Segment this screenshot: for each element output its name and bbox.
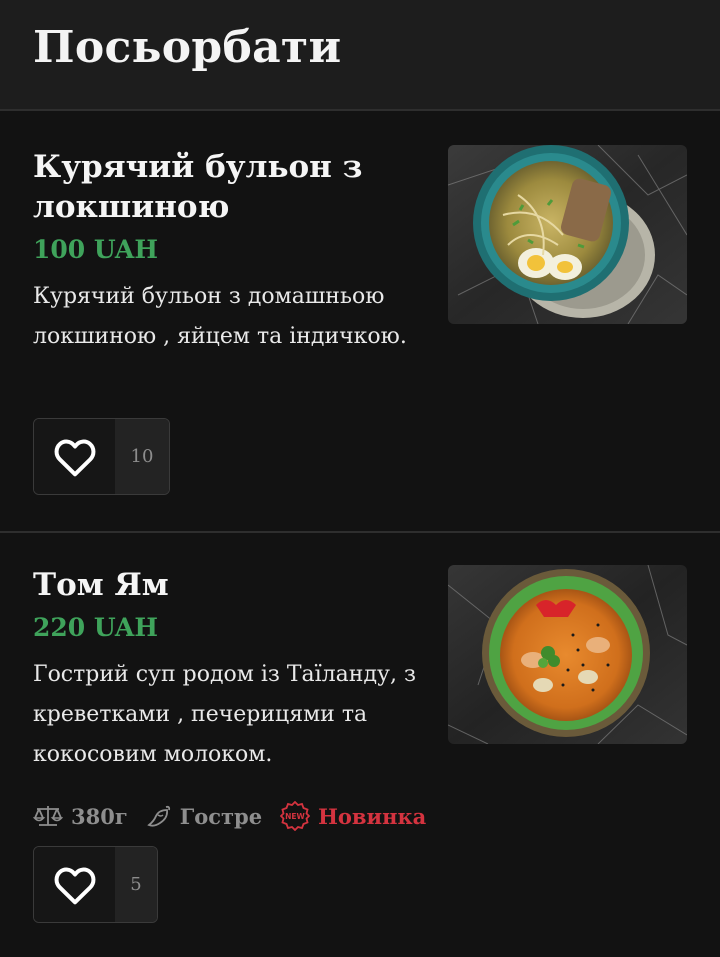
menu-item-info: Том Ям 220 UAH Гострий суп родом із Таїл… bbox=[33, 565, 418, 775]
weight-label: 380г bbox=[71, 803, 128, 829]
chili-pepper-icon bbox=[146, 805, 170, 827]
heart-icon bbox=[54, 439, 95, 476]
spicy-label: Гостре bbox=[179, 803, 263, 829]
menu-item-tags: 380г Гостре NEW Новинка bbox=[33, 801, 444, 831]
menu-item-title: Курячий бульон з локшиною bbox=[33, 149, 363, 225]
menu-item-price: 220 UAH bbox=[33, 613, 158, 642]
svg-text:NEW: NEW bbox=[285, 812, 305, 821]
heart-icon bbox=[54, 867, 95, 904]
page-title: Посьорбати bbox=[33, 22, 342, 73]
menu-item[interactable]: Курячий бульон з локшиною 100 UAH Курячи… bbox=[0, 111, 720, 533]
menu-item-title: Том Ям bbox=[33, 567, 169, 603]
new-badge-icon: NEW bbox=[280, 801, 311, 831]
scales-icon bbox=[33, 806, 63, 826]
like-count: 10 bbox=[115, 419, 169, 494]
menu-item-price: 100 UAH bbox=[33, 235, 158, 264]
weight-tag: 380г bbox=[33, 804, 128, 829]
new-tag: NEW Новинка bbox=[280, 801, 426, 831]
spicy-tag: Гостре bbox=[146, 804, 262, 829]
like-widget: 10 bbox=[33, 418, 170, 495]
like-button[interactable] bbox=[34, 847, 115, 922]
menu-item[interactable]: Том Ям 220 UAH Гострий суп родом із Таїл… bbox=[0, 533, 720, 955]
tom-yum-soup-photo[interactable] bbox=[448, 565, 687, 744]
like-widget: 5 bbox=[33, 846, 158, 923]
like-button[interactable] bbox=[34, 419, 115, 494]
menu-item-description: Гострий суп родом із Таїланду, з креветк… bbox=[33, 662, 416, 767]
menu-item-description: Курячий бульон з домашньою локшиною , яй… bbox=[33, 284, 407, 349]
chicken-noodle-soup-photo[interactable] bbox=[448, 145, 687, 324]
like-count: 5 bbox=[115, 847, 157, 922]
new-label: Новинка bbox=[318, 803, 427, 829]
page-header: Посьорбати bbox=[0, 0, 720, 111]
menu-item-info: Курячий бульон з локшиною 100 UAH Курячи… bbox=[33, 147, 418, 357]
